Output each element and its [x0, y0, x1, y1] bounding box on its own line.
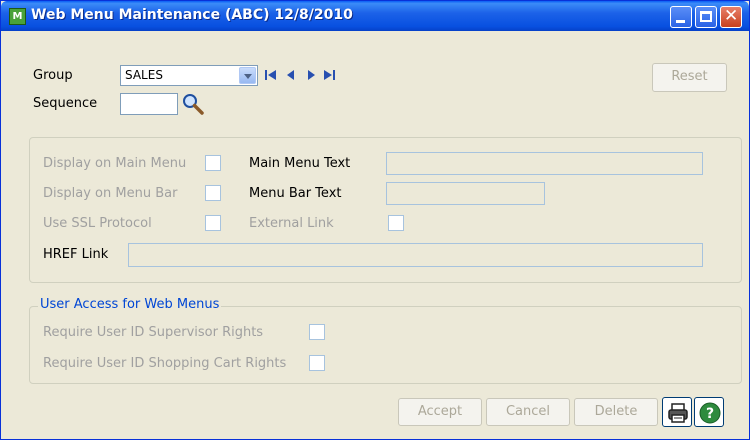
group-select-value: SALES: [125, 68, 163, 82]
app-icon: M: [9, 8, 26, 25]
reset-button[interactable]: Reset: [652, 63, 727, 92]
title-bar[interactable]: M Web Menu Maintenance (ABC) 12/8/2010 ✕: [1, 1, 749, 31]
maximize-icon: [700, 11, 712, 22]
sequence-input[interactable]: [120, 93, 178, 115]
display-menu-bar-label: Display on Menu Bar: [43, 186, 178, 201]
minimize-button[interactable]: [670, 6, 692, 28]
cancel-button-label: Cancel: [505, 404, 551, 419]
print-button[interactable]: [662, 397, 692, 427]
delete-button-label: Delete: [594, 404, 638, 419]
supervisor-rights-checkbox[interactable]: [309, 324, 325, 340]
sequence-label: Sequence: [33, 96, 98, 111]
first-record-icon[interactable]: [264, 68, 278, 82]
search-icon[interactable]: [181, 92, 205, 116]
external-link-checkbox[interactable]: [388, 215, 404, 231]
cancel-button[interactable]: Cancel: [486, 398, 570, 426]
main-menu-text-label: Main Menu Text: [249, 156, 351, 171]
svg-text:?: ?: [706, 406, 714, 422]
group-label: Group: [33, 68, 73, 83]
supervisor-rights-label: Require User ID Supervisor Rights: [43, 325, 264, 340]
external-link-label: External Link: [249, 216, 334, 231]
chevron-down-icon[interactable]: [239, 67, 256, 84]
close-button[interactable]: ✕: [720, 6, 742, 28]
next-record-icon[interactable]: [304, 68, 318, 82]
delete-button[interactable]: Delete: [574, 398, 658, 426]
window-title: Web Menu Maintenance (ABC) 12/8/2010: [31, 7, 353, 23]
web-menu-maintenance-window: M Web Menu Maintenance (ABC) 12/8/2010 ✕…: [0, 0, 750, 440]
reset-button-label: Reset: [671, 69, 708, 84]
menu-bar-text-input[interactable]: [386, 182, 545, 205]
maximize-button[interactable]: [695, 6, 717, 28]
accept-button-label: Accept: [417, 404, 463, 419]
ssl-protocol-label: Use SSL Protocol: [43, 216, 152, 231]
group-select[interactable]: SALES: [120, 65, 258, 86]
accept-button[interactable]: Accept: [398, 398, 482, 426]
last-record-icon[interactable]: [322, 68, 336, 82]
href-link-input[interactable]: [128, 243, 703, 267]
display-menu-bar-checkbox[interactable]: [205, 185, 221, 201]
help-button[interactable]: ?: [694, 397, 724, 427]
shopping-cart-rights-label: Require User ID Shopping Cart Rights: [43, 356, 287, 371]
user-access-group: [29, 306, 742, 384]
help-icon: ?: [699, 402, 721, 424]
main-menu-text-input[interactable]: [386, 152, 703, 175]
printer-icon: [668, 403, 688, 423]
display-main-menu-checkbox[interactable]: [205, 155, 221, 171]
menu-bar-text-label: Menu Bar Text: [249, 186, 342, 201]
close-icon: ✕: [724, 6, 739, 26]
minimize-icon: [676, 20, 685, 23]
href-link-label: HREF Link: [43, 247, 109, 262]
display-main-menu-label: Display on Main Menu: [43, 156, 187, 171]
ssl-protocol-checkbox[interactable]: [205, 215, 221, 231]
previous-record-icon[interactable]: [284, 68, 298, 82]
shopping-cart-rights-checkbox[interactable]: [309, 355, 325, 371]
user-access-group-title: User Access for Web Menus: [38, 297, 222, 312]
